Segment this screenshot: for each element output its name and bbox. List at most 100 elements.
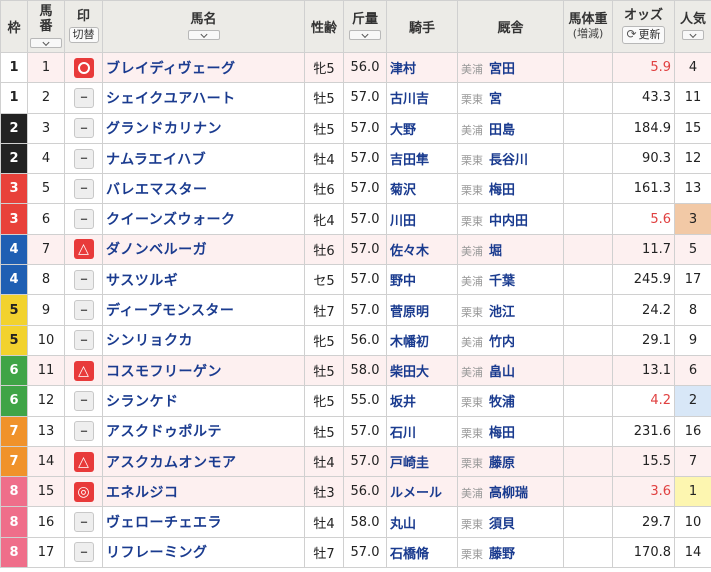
horse-name-link[interactable]: シンリョクカ [106,333,193,349]
jockey-link[interactable]: 石橋脩 [390,547,429,562]
horse-name-link[interactable]: ダノンベルーガ [106,242,207,258]
mark-dash-icon[interactable]: -- [73,87,94,108]
sort-weight-chevron-icon[interactable] [349,30,381,41]
trainer-link[interactable]: 梅田 [489,426,515,441]
jockey-link[interactable]: 野中 [390,274,416,289]
jockey-link[interactable]: 石川 [390,426,416,441]
odds-refresh-button[interactable]: ⟳ 更新 [622,26,665,44]
trainer-link[interactable]: 梅田 [489,183,515,198]
horse-name-link[interactable]: アスクドゥポルテ [106,424,222,440]
table-row: 5 9 -- ディープモンスター 牡7 57.0 菅原明 栗東 池江 24.2 8 [0,294,711,326]
mark-circle-icon[interactable] [73,57,94,78]
horse-name-cell: ナムラエイハブ [102,142,305,175]
horse-name-link[interactable]: シェイクユアハート [106,91,236,107]
mark-dash-icon[interactable]: -- [73,512,94,533]
trainer-link[interactable]: 牧浦 [489,395,515,410]
jockey-link[interactable]: 津村 [390,62,416,77]
jockey-cell: 川田 [386,203,458,235]
mark-toggle-button[interactable]: 切替 [68,26,99,44]
horse-name-cell: サスツルギ [102,264,305,296]
trainer-link[interactable]: 池江 [489,305,515,320]
trainer-link[interactable]: 藤野 [489,547,515,562]
table-header: 枠 馬 番 印 切替 馬名 性齢 斤量 騎手 厩舎 馬体重 (増減) オッズ ⟳… [0,0,711,53]
mark-dash-icon[interactable]: -- [73,148,94,169]
mark-dash-icon[interactable]: -- [73,330,94,351]
horse-name-link[interactable]: エネルジコ [106,485,179,501]
trainer-link[interactable]: 須貝 [489,517,515,532]
trainer-link[interactable]: 宮 [489,92,502,107]
jockey-link[interactable]: 坂井 [390,395,416,410]
jockey-link[interactable]: 菅原明 [390,305,429,320]
bodyweight-cell [563,294,613,326]
jockey-link[interactable]: 丸山 [390,517,416,532]
horse-name-link[interactable]: バレエマスター [106,182,208,198]
mark-triangle-icon[interactable]: △ [73,451,94,472]
horse-name-link[interactable]: コスモフリーゲン [106,364,222,380]
trainer-link[interactable]: 畠山 [489,365,515,380]
horse-name-link[interactable]: グランドカリナン [106,121,222,137]
horse-name-link[interactable]: サスツルギ [106,273,178,289]
jockey-link[interactable]: 佐々木 [390,244,429,259]
trainer-link[interactable]: 藤原 [489,456,515,471]
horse-name-link[interactable]: クイーンズウォーク [106,212,236,228]
mark-dash-icon[interactable]: -- [73,300,94,321]
header-popularity[interactable]: 人気 [674,0,711,53]
mark-dash-icon[interactable]: -- [73,269,94,290]
jockey-link[interactable]: 木幡初 [390,335,429,350]
umaban-cell: 4 [27,142,65,175]
mark-double-circle-icon[interactable]: ◎ [73,481,94,502]
header-trainer: 厩舎 [457,0,564,53]
mark-dash-icon[interactable]: -- [73,209,94,230]
jockey-link[interactable]: 菊沢 [390,183,416,198]
trainer-link[interactable]: 宮田 [489,62,515,77]
jockey-cell: 古川吉 [386,82,458,114]
mark-dash-icon[interactable]: -- [73,390,94,411]
header-horse[interactable]: 馬名 [102,0,305,53]
sort-horse-chevron-icon[interactable] [187,30,220,41]
trainer-link[interactable]: 長谷川 [489,153,528,168]
weight-cell: 57.0 [343,445,387,478]
waku-cell: 2 [0,112,28,144]
header-popularity-label: 人気 [679,11,706,27]
jockey-link[interactable]: ルメール [390,486,442,501]
odds-refresh-label: 更新 [638,27,661,41]
header-sexage-label: 性齢 [310,21,337,36]
trainer-link[interactable]: 堀 [489,244,502,259]
mark-triangle-icon[interactable]: △ [73,239,94,260]
horse-name-cell: コスモフリーゲン [102,354,305,387]
horse-name-link[interactable]: ヴェローチェエラ [106,515,222,531]
trainer-link[interactable]: 田島 [489,123,515,138]
header-weight[interactable]: 斤量 [343,0,387,53]
mark-dash-icon[interactable]: -- [73,542,94,563]
jockey-link[interactable]: 戸崎圭 [390,456,429,471]
mark-dash-icon[interactable]: -- [73,421,94,442]
jockey-link[interactable]: 川田 [390,214,416,229]
trainer-link[interactable]: 竹内 [489,335,515,350]
horse-name-link[interactable]: シランケド [106,394,179,410]
horse-name-link[interactable]: ブレイディヴェーグ [106,61,236,77]
trainer-link[interactable]: 千葉 [489,274,515,289]
horse-name-link[interactable]: ナムラエイハブ [106,152,206,168]
jockey-link[interactable]: 大野 [390,123,416,138]
bodyweight-cell [563,112,613,144]
horse-name-link[interactable]: リフレーミング [106,545,208,561]
table-row: 4 7 △ ダノンベルーガ 牡6 57.0 佐々木 美浦堀 11.7 5 [0,233,711,266]
trainer-link[interactable]: 中内田 [489,214,528,229]
header-umaban[interactable]: 馬 番 [27,0,65,53]
mark-cell [64,51,103,84]
mark-triangle-icon[interactable]: △ [73,360,94,381]
horse-name-link[interactable]: ディープモンスター [106,303,234,319]
mark-dash-icon[interactable]: -- [73,118,94,139]
horse-name-link[interactable]: アスクカムオンモア [106,455,237,471]
jockey-link[interactable]: 吉田隼 [390,153,429,168]
jockey-link[interactable]: 古川吉 [390,92,429,107]
sexage-cell: 牡5 [304,82,344,114]
trainer-link[interactable]: 高柳瑞 [489,486,528,501]
jockey-link[interactable]: 柴田大 [390,365,429,380]
trainer-cell: 美浦 畠山 [457,354,564,387]
sort-umaban-chevron-icon[interactable] [30,37,62,48]
header-odds: オッズ ⟳ 更新 [612,0,675,53]
trainer-cell: 美浦 千葉 [457,264,564,296]
sort-popularity-chevron-icon[interactable] [682,30,704,41]
mark-dash-icon[interactable]: -- [73,178,94,199]
